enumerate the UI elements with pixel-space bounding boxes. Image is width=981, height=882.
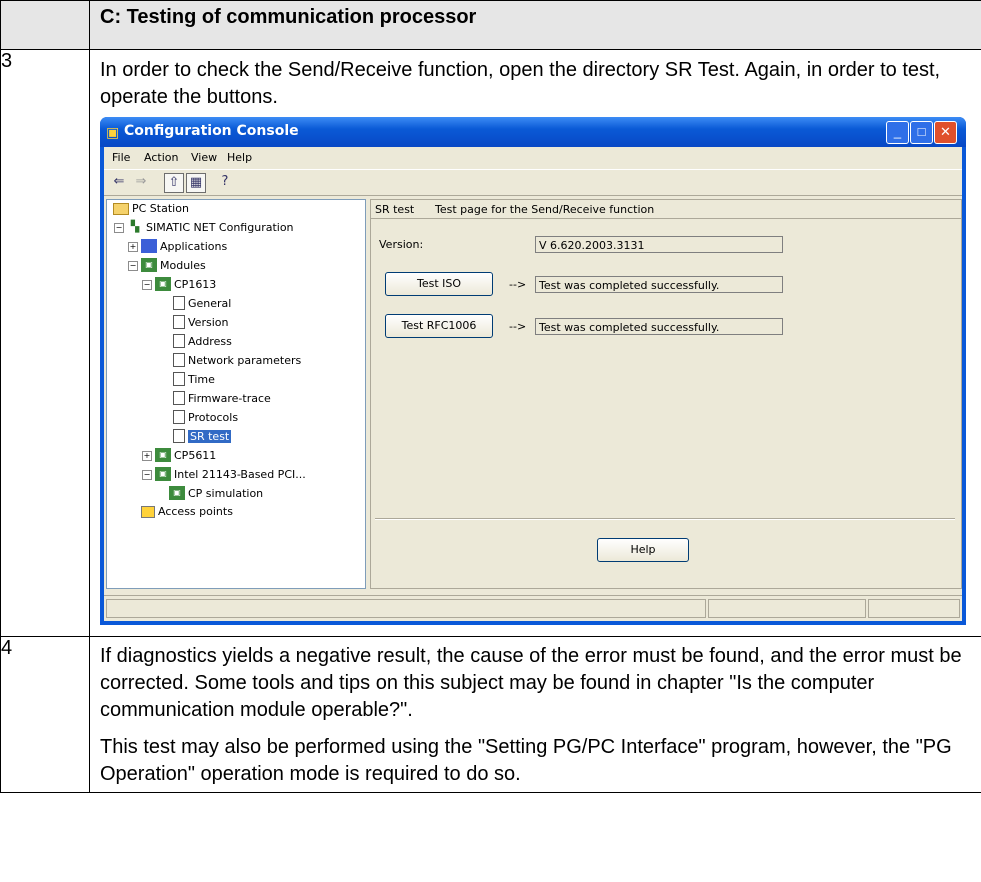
tree-item-access-points[interactable]: Access points — [141, 505, 233, 518]
show-tree-icon[interactable]: ▦ — [186, 173, 206, 193]
tree-item-time[interactable]: Time — [173, 372, 215, 386]
expand-icon[interactable]: + — [142, 451, 152, 461]
step-number: 3 — [0, 49, 90, 637]
step-row: 3 In order to check the Send/Receive fun… — [0, 49, 981, 637]
menu-action[interactable]: Action — [144, 151, 178, 164]
version-value: V 6.620.2003.3131 — [535, 236, 783, 253]
status-bar — [104, 595, 962, 620]
tree-item-modules[interactable]: ▣ Modules — [141, 258, 206, 272]
panel-heading-name: SR test — [375, 203, 415, 216]
back-arrow-icon[interactable]: ⇐ — [110, 173, 128, 191]
instruction-table: C: Testing of communication processor 3 … — [0, 0, 981, 793]
app-icon: ▣ — [106, 124, 120, 140]
step-row: 4 If diagnostics yields a negative resul… — [0, 636, 981, 793]
page-icon — [173, 334, 185, 348]
status-cell-3 — [868, 599, 960, 618]
step-number: 4 — [0, 636, 90, 793]
page-icon — [173, 296, 185, 310]
collapse-icon[interactable]: − — [142, 280, 152, 290]
header-row: C: Testing of communication processor — [0, 0, 981, 50]
collapse-icon[interactable]: − — [142, 470, 152, 480]
tree-item-cp5611[interactable]: ▣ CP5611 — [155, 448, 216, 462]
tree-item-protocols[interactable]: Protocols — [173, 410, 238, 424]
application-icon — [141, 239, 157, 253]
version-label: Version: — [379, 238, 424, 251]
sr-test-panel: SR test Test page for the Send/Receive f… — [370, 199, 962, 589]
page-icon — [173, 429, 185, 443]
panel-heading-description: Test page for the Send/Receive function — [435, 203, 655, 216]
page-icon — [173, 315, 185, 329]
test-iso-result: Test was completed successfully. — [535, 276, 783, 293]
menu-help[interactable]: Help — [227, 151, 252, 164]
up-folder-icon[interactable]: ⇧ — [164, 173, 184, 193]
test-rfc1006-button[interactable]: Test RFC1006 — [385, 314, 493, 338]
section-title: C: Testing of communication processor — [89, 0, 981, 50]
minimize-button[interactable]: _ — [886, 121, 909, 144]
test-iso-button[interactable]: Test ISO — [385, 272, 493, 296]
window-title: Configuration Console — [124, 123, 299, 139]
step-text: In order to check the Send/Receive funct… — [100, 59, 941, 108]
window-client: File Action View Help ⇐ ⇒ ⇧ ▦ ? PC Stati… — [104, 147, 962, 621]
page-icon — [173, 353, 185, 367]
collapse-icon[interactable]: − — [128, 261, 138, 271]
maximize-button[interactable]: □ — [910, 121, 933, 144]
tree-item-intel-21143[interactable]: ▣ Intel 21143-Based PCI... — [155, 467, 306, 481]
test-rfc1006-result: Test was completed successfully. — [535, 318, 783, 335]
module-icon: ▣ — [155, 277, 171, 291]
folder-icon — [113, 202, 129, 215]
tree-item-cp1613[interactable]: ▣ CP1613 — [155, 277, 216, 291]
expand-icon[interactable]: + — [128, 242, 138, 252]
module-icon: ▣ — [141, 258, 157, 272]
page-icon — [173, 391, 185, 405]
tree-item-general[interactable]: General — [173, 296, 231, 310]
panel-heading: SR test Test page for the Send/Receive f… — [371, 200, 961, 219]
step-content: If diagnostics yields a negative result,… — [89, 636, 981, 793]
tree-item-cp-simulation[interactable]: ▣ CP simulation — [169, 486, 263, 500]
module-icon: ▣ — [155, 467, 171, 481]
tree-item-network-parameters[interactable]: Network parameters — [173, 353, 301, 367]
tree-item-applications[interactable]: Applications — [141, 239, 227, 253]
access-point-icon — [141, 505, 155, 518]
menu-file[interactable]: File — [112, 151, 130, 164]
tree-item-pc-station[interactable]: PC Station — [113, 202, 189, 215]
collapse-icon[interactable]: − — [114, 223, 124, 233]
forward-arrow-icon[interactable]: ⇒ — [132, 173, 150, 191]
test-iso-arrow: --> — [509, 278, 527, 291]
status-cell-2 — [708, 599, 866, 618]
network-icon: ▚ — [130, 220, 140, 233]
menu-view[interactable]: View — [191, 151, 217, 164]
tree-item-firmware-trace[interactable]: Firmware-trace — [173, 391, 271, 405]
tree-item-simatic-net[interactable]: ▚ SIMATIC NET Configuration — [127, 220, 294, 234]
configuration-console-window: ▣ Configuration Console _ □ ✕ File Actio… — [100, 117, 966, 625]
toolbar: ⇐ ⇒ ⇧ ▦ ? — [104, 169, 962, 196]
help-button[interactable]: Help — [597, 538, 689, 562]
header-number-cell — [0, 0, 90, 50]
module-icon: ▣ — [155, 448, 171, 462]
step-content: In order to check the Send/Receive funct… — [89, 49, 981, 637]
tree-item-address[interactable]: Address — [173, 334, 232, 348]
step-text-paragraph-2: This test may also be performed using th… — [100, 736, 952, 785]
page-icon — [173, 410, 185, 424]
panel-divider — [375, 518, 955, 520]
tree-item-sr-test[interactable]: SR test — [173, 429, 232, 443]
test-rfc1006-arrow: --> — [509, 320, 527, 333]
tree-view: PC Station − ▚ SIMATIC NET Configuration … — [106, 199, 366, 589]
properties-help-icon[interactable]: ? — [216, 173, 234, 191]
document-page: C: Testing of communication processor 3 … — [0, 0, 981, 882]
close-button[interactable]: ✕ — [934, 121, 957, 144]
menu-bar: File Action View Help — [104, 147, 962, 170]
tree-item-version[interactable]: Version — [173, 315, 228, 329]
window-titlebar[interactable]: ▣ Configuration Console _ □ ✕ — [100, 117, 966, 147]
status-cell-main — [106, 599, 706, 618]
page-icon — [173, 372, 185, 386]
step-text-paragraph-1: If diagnostics yields a negative result,… — [100, 645, 962, 721]
module-icon: ▣ — [169, 486, 185, 500]
